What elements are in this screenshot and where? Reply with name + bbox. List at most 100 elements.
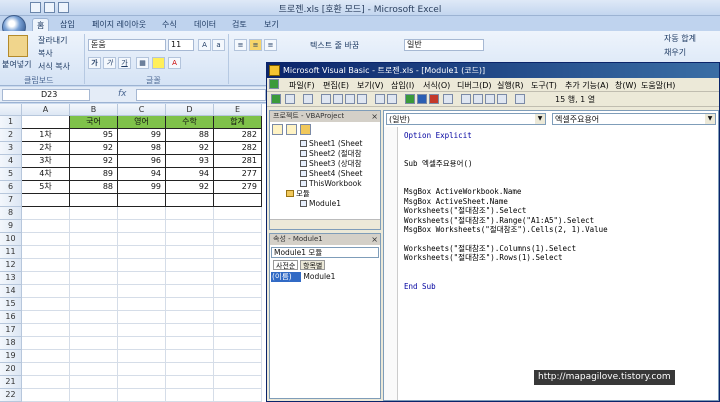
undo-icon[interactable] [375,94,385,104]
font-name-select[interactable]: 돋움 [88,39,166,51]
code-margin[interactable] [384,127,398,400]
tab-insert[interactable]: 삽입 [56,18,79,31]
cell[interactable] [22,194,70,207]
cell[interactable] [214,363,262,376]
row-header[interactable]: 22 [0,389,22,402]
worksheet-grid[interactable]: A B C D E 1 2 3 4 5 6 7 8 9 10 11 12 13 14 15 16 17 18 19 2… [0,104,266,402]
cell[interactable]: 99 [118,129,166,142]
cell[interactable] [166,285,214,298]
row-header[interactable]: 9 [0,220,22,233]
cell[interactable] [22,363,70,376]
object-select[interactable]: (일반) ▼ [386,113,546,125]
cell[interactable]: 99 [118,181,166,194]
menu-debug[interactable]: 디버그(D) [457,80,491,91]
row-header[interactable]: 14 [0,285,22,298]
paste-button[interactable]: 붙여넣기 [2,59,31,70]
underline-button[interactable]: 가 [118,57,131,69]
cut-icon[interactable] [321,94,331,104]
cell[interactable] [166,194,214,207]
tab-page-layout[interactable]: 페이지 레이아웃 [88,18,150,31]
cell[interactable]: 92 [166,142,214,155]
cell[interactable] [118,246,166,259]
design-mode-icon[interactable] [443,94,453,104]
cell[interactable] [22,311,70,324]
menu-tools[interactable]: 도구(T) [531,80,557,91]
cell[interactable] [214,246,262,259]
cell[interactable]: 281 [214,155,262,168]
cell[interactable]: 92 [166,181,214,194]
cell[interactable]: 94 [166,168,214,181]
row-header[interactable]: 3 [0,142,22,155]
cell[interactable]: 국어 [70,116,118,129]
cell[interactable] [70,194,118,207]
cell[interactable] [70,272,118,285]
row-header[interactable]: 6 [0,181,22,194]
procedure-select[interactable]: 엑셀주요용어 ▼ [552,113,716,125]
cell[interactable]: 88 [166,129,214,142]
menu-file[interactable]: 파일(F) [289,80,315,91]
cell[interactable] [166,389,214,402]
cell[interactable]: 2차 [22,142,70,155]
tree-item-sheet1[interactable]: Sheet1 (Sheet [300,139,362,149]
cell[interactable] [166,272,214,285]
project-explorer-icon[interactable] [461,94,471,104]
view-code-icon[interactable] [272,124,283,135]
cut-button[interactable]: 잘라내기 [38,35,67,46]
cell[interactable] [22,324,70,337]
cell[interactable] [214,389,262,402]
cell[interactable]: 92 [70,155,118,168]
fill-button[interactable]: 채우기 [664,47,686,58]
cell[interactable]: 합계 [214,116,262,129]
cell[interactable] [70,337,118,350]
cell[interactable] [214,350,262,363]
row-header[interactable]: 7 [0,194,22,207]
cell[interactable]: 93 [166,155,214,168]
cell[interactable] [118,350,166,363]
cell[interactable] [118,311,166,324]
cell[interactable] [166,207,214,220]
cell[interactable] [118,363,166,376]
cell[interactable] [22,259,70,272]
cell[interactable] [166,246,214,259]
row-header[interactable]: 19 [0,350,22,363]
cell[interactable] [118,337,166,350]
toolbox-icon[interactable] [497,94,507,104]
paste-icon[interactable] [8,35,28,57]
shrink-font-icon[interactable]: a [212,39,225,51]
code-editor[interactable]: Option Explicit Sub 엑셀주요용어() MsgBox Acti… [404,131,608,291]
cell[interactable]: 수학 [166,116,214,129]
view-object-icon[interactable] [286,124,297,135]
cell[interactable] [70,246,118,259]
row-header[interactable]: 17 [0,324,22,337]
name-box[interactable]: D23 [2,89,90,101]
cell[interactable] [70,285,118,298]
cell[interactable] [166,259,214,272]
align-middle-icon[interactable]: ≡ [249,39,262,51]
cell[interactable] [22,298,70,311]
close-icon[interactable]: × [371,111,378,122]
cell[interactable] [118,207,166,220]
cell[interactable] [118,324,166,337]
number-format-select[interactable]: 일반 [404,39,484,51]
row-header[interactable]: 20 [0,363,22,376]
cell[interactable]: 89 [70,168,118,181]
grow-font-icon[interactable]: A [198,39,211,51]
property-row[interactable]: (이름) Module1 [271,272,379,282]
cell[interactable] [166,324,214,337]
cell[interactable] [22,389,70,402]
tree-item-sheet4[interactable]: Sheet4 (Sheet [300,169,362,179]
cell[interactable] [166,376,214,389]
border-icon[interactable]: ▦ [136,57,149,69]
font-size-select[interactable]: 11 [168,39,194,51]
cell[interactable]: 94 [118,168,166,181]
menu-run[interactable]: 실행(R) [497,80,524,91]
row-header[interactable]: 15 [0,298,22,311]
menu-insert[interactable]: 삽입(I) [391,80,414,91]
row-header[interactable]: 13 [0,272,22,285]
cell[interactable] [214,259,262,272]
cell[interactable] [118,272,166,285]
run-icon[interactable] [405,94,415,104]
toggle-folders-icon[interactable] [300,124,311,135]
help-icon[interactable] [515,94,525,104]
cell[interactable] [166,220,214,233]
